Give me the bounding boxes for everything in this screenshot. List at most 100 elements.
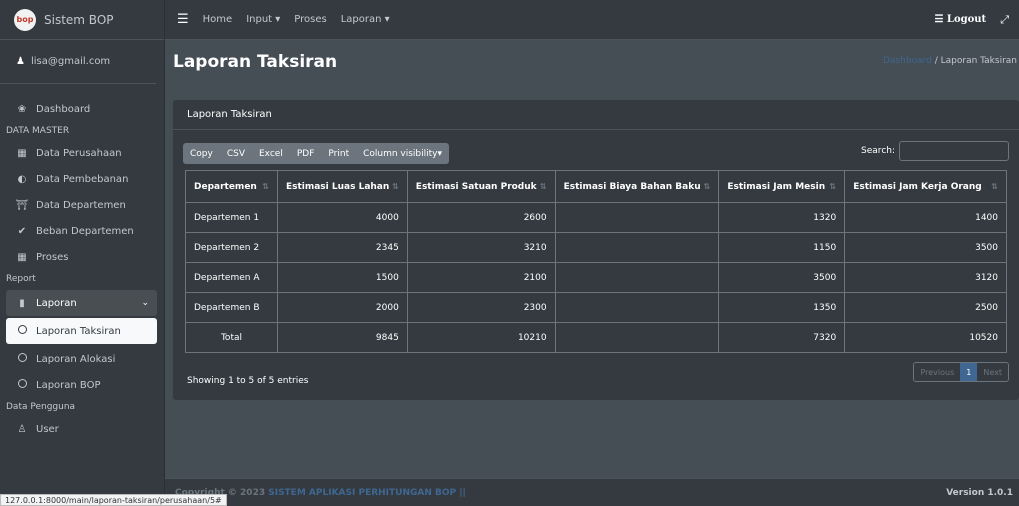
- sidebar-item-dashboard[interactable]: ❀ Dashboard: [0, 96, 165, 122]
- table-cell: 2500: [844, 292, 1007, 323]
- sort-icon: ⇅: [392, 181, 399, 191]
- column-header[interactable]: Estimasi Satuan Produk ⇅: [406, 170, 556, 203]
- chevron-down-icon: ⌄: [141, 298, 149, 308]
- pagination: Previous 1 Next: [913, 362, 1009, 382]
- sort-icon: ⇅: [829, 181, 837, 191]
- table-cell: 2345: [276, 232, 408, 263]
- sidebar-item-label: Data Perusahaan: [36, 147, 122, 159]
- previous-button[interactable]: Previous: [914, 363, 960, 381]
- report-table: Departemen ⇅ Estimasi Luas Lahan ⇅ Estimas…: [185, 170, 1007, 353]
- table-cell: 3210: [406, 232, 556, 263]
- half-circle-icon: ◐: [17, 173, 27, 185]
- table-cell: 3120: [844, 262, 1007, 293]
- logout-label: Logout: [946, 14, 987, 25]
- table-cell: 9845: [276, 322, 408, 353]
- csv-button[interactable]: CSV: [220, 143, 252, 164]
- sidebar-item-label: Laporan: [36, 297, 77, 309]
- sidebar-item-data-departemen[interactable]: ⛩ Data Departemen: [0, 192, 165, 218]
- sort-icon: ⇅: [703, 181, 711, 191]
- user-panel[interactable]: ♟ lisa@gmail.com: [0, 40, 156, 84]
- sidebar-item-label: Laporan Alokasi: [36, 353, 116, 365]
- table-cell: 2300: [406, 292, 556, 323]
- table-info: Showing 1 to 5 of 5 entries: [187, 376, 309, 386]
- copy-button[interactable]: Copy: [183, 143, 220, 164]
- check-icon: ✔: [17, 225, 27, 237]
- table-cell: [554, 202, 720, 233]
- table-total-row: Total 9845 10210 7320 10520: [185, 322, 1007, 353]
- sidebar-item-laporan[interactable]: ▮ Laporan ⌄: [6, 290, 157, 316]
- nav-proses[interactable]: Proses: [294, 14, 326, 25]
- sidebar-item-user[interactable]: ♙ User: [0, 416, 165, 442]
- fullscreen-icon[interactable]: ⤢: [1000, 13, 1009, 27]
- pdf-button[interactable]: PDF: [290, 143, 322, 164]
- grid-icon: ▦: [17, 251, 27, 263]
- brand-link[interactable]: bop Sistem BOP: [0, 0, 164, 40]
- table-cell: 10210: [406, 322, 556, 353]
- print-button[interactable]: Print: [321, 143, 356, 164]
- table-cell: 3500: [718, 262, 846, 293]
- sidebar-item-label: Proses: [36, 251, 69, 263]
- nav-input-label: Input: [246, 14, 273, 25]
- building-icon: ▦: [17, 147, 27, 159]
- column-header[interactable]: Estimasi Biaya Bahan Baku ⇅: [554, 170, 720, 203]
- sidebar-item-data-perusahaan[interactable]: ▦ Data Perusahaan: [0, 140, 165, 166]
- content-wrapper: Laporan Taksiran Dashboard / Laporan Tak…: [165, 40, 1019, 480]
- app-name-link[interactable]: SISTEM APLIKASI PERHITUNGAN BOP ||: [268, 488, 466, 498]
- table-cell: 2000: [276, 292, 408, 323]
- sort-icon: ⇅: [539, 181, 547, 191]
- table-cell: 1400: [844, 202, 1007, 233]
- excel-button[interactable]: Excel: [252, 143, 290, 164]
- table-row: Departemen B 2000 2300 1350 2500: [185, 292, 1007, 323]
- table-cell: 10520: [844, 322, 1007, 353]
- sidebar-item-beban-departemen[interactable]: ✔ Beban Departemen: [0, 218, 165, 244]
- hamburger-menu-icon[interactable]: ☰: [177, 12, 189, 27]
- table-cell: [554, 292, 720, 323]
- sidebar-item-label: Beban Departemen: [36, 225, 134, 237]
- file-icon: ▮: [19, 297, 25, 309]
- table-cell: Departemen 1: [185, 202, 278, 233]
- search-input[interactable]: [899, 141, 1009, 161]
- logout-button[interactable]: ☰ Logout: [934, 14, 986, 25]
- sidebar-item-proses[interactable]: ▦ Proses: [0, 244, 165, 270]
- table-cell: Departemen B: [185, 292, 278, 323]
- nav-input-dropdown[interactable]: Input ▾: [246, 14, 280, 25]
- table-cell: 1150: [718, 232, 846, 263]
- table-cell: 3500: [844, 232, 1007, 263]
- page-1-button[interactable]: 1: [960, 363, 978, 381]
- next-button[interactable]: Next: [977, 363, 1008, 381]
- sidebar-item-label: Data Pembebanan: [36, 173, 129, 185]
- column-header[interactable]: Estimasi Jam Kerja Orang ⇅: [844, 170, 1007, 203]
- sidebar-item-label: Laporan Taksiran: [36, 325, 121, 337]
- sort-icon: ⇅: [262, 181, 269, 191]
- page-title: Laporan Taksiran: [173, 52, 338, 72]
- sidebar-item-label: Data Departemen: [36, 199, 126, 211]
- breadcrumb-link-dashboard[interactable]: Dashboard: [883, 56, 932, 66]
- nav-header-report: Report: [6, 274, 36, 284]
- nav-header-data-pengguna: Data Pengguna: [6, 402, 76, 412]
- sidebar-item-laporan-alokasi[interactable]: Laporan Alokasi: [0, 346, 165, 372]
- search-wrap: Search:: [861, 141, 1009, 161]
- table-cell: 1320: [718, 202, 846, 233]
- brand-logo: bop: [14, 8, 36, 31]
- column-header[interactable]: Estimasi Jam Mesin ⇅: [718, 170, 846, 203]
- search-label: Search:: [861, 146, 895, 156]
- user-icon: ♟: [16, 56, 25, 67]
- sidebar-item-laporan-bop[interactable]: Laporan BOP: [0, 372, 165, 398]
- table-cell: 4000: [276, 202, 408, 233]
- sidebar-item-data-pembebanan[interactable]: ◐ Data Pembebanan: [0, 166, 165, 192]
- table-cell: [554, 232, 720, 263]
- version-label: Version 1.0.1: [946, 487, 1013, 498]
- table-cell: 1500: [276, 262, 408, 293]
- circle-icon: [14, 353, 30, 365]
- column-header[interactable]: Departemen ⇅: [185, 170, 278, 203]
- footer: Copyright © 2023 SISTEM APLIKASI PERHITU…: [165, 478, 1019, 506]
- table-cell: Departemen A: [185, 262, 278, 293]
- circle-icon: [14, 379, 30, 391]
- column-header[interactable]: Estimasi Luas Lahan ⇅: [276, 170, 408, 203]
- column-visibility-button[interactable]: Column visibility ▾: [356, 143, 449, 164]
- sidebar-nav: ❀ Dashboard DATA MASTER ▦ Data Perusahaa…: [0, 96, 165, 442]
- nav-home[interactable]: Home: [203, 14, 233, 25]
- nav-laporan-dropdown[interactable]: Laporan ▾: [341, 14, 390, 25]
- browser-status-url: 127.0.0.1:8000/main/laporan-taksiran/per…: [0, 494, 227, 506]
- sidebar-item-laporan-taksiran[interactable]: Laporan Taksiran: [6, 318, 157, 344]
